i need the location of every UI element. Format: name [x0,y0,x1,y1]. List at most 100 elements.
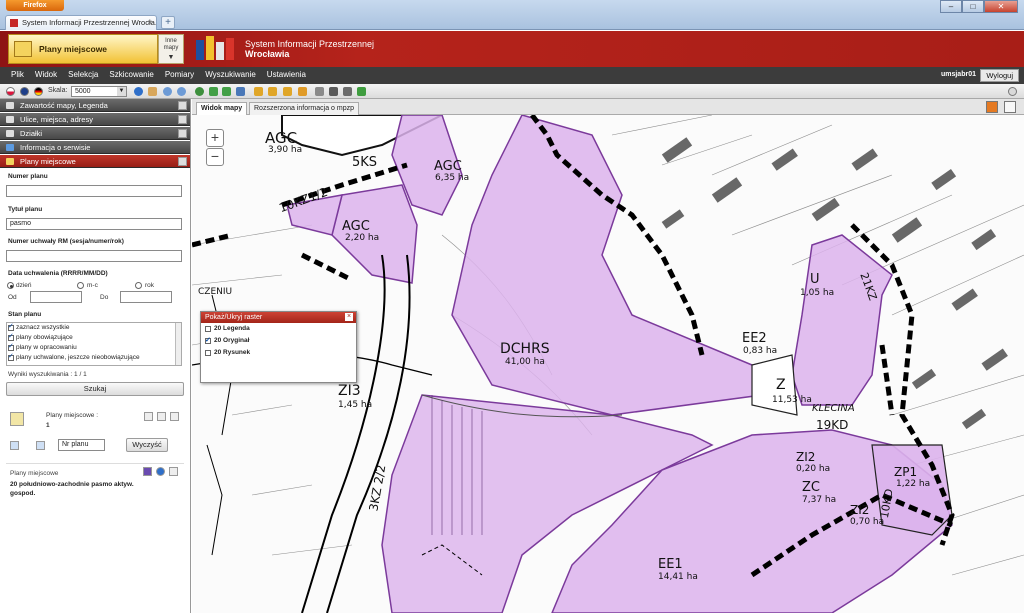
maximize-button[interactable]: □ [962,0,984,13]
new-tab-button[interactable]: + [161,16,175,29]
menu-measure[interactable]: Pomiary [165,70,194,79]
plan-title-field[interactable]: pasmo [6,218,182,230]
expand-icon[interactable] [178,101,187,110]
print-icon[interactable] [157,412,166,421]
map-label: 19KD [816,418,849,432]
menu-sketch[interactable]: Szkicowanie [109,70,153,79]
sidebar-item-map-content[interactable]: Zawartość mapy, Legenda [0,99,190,112]
sidebar-item-local-plans[interactable]: Plany miejscowe [0,155,190,168]
help-icon[interactable] [1008,87,1017,96]
menu-file[interactable]: Plik [11,70,24,79]
checkbox[interactable] [205,335,211,347]
english-flag-icon[interactable] [20,87,29,96]
parcel-icon [6,130,14,137]
map-label: 11,53 ha [772,395,812,405]
zoom-out-icon[interactable] [177,87,186,96]
plan-number-field[interactable] [6,185,182,197]
sidebar: Zawartość mapy, Legenda Ulice, miejsca, … [0,99,191,613]
scale-select[interactable]: 5000 ▼ [71,86,127,97]
tab-map-view[interactable]: Widok mapy [196,102,248,115]
info-icon[interactable] [134,87,143,96]
chevron-down-icon[interactable] [170,412,179,421]
pencil-icon[interactable] [254,87,263,96]
close-icon[interactable]: × [345,313,353,321]
clear-button[interactable]: Wyczyść [126,438,168,452]
checkbox[interactable] [8,342,14,352]
window-controls: – □ ✕ [940,0,1018,13]
expand-icon[interactable] [178,129,187,138]
other-maps-button[interactable]: Inne mapy ▼ [158,34,184,64]
collapse-icon[interactable] [178,157,187,166]
zoom-out-button[interactable]: − [206,148,224,166]
close-window-button[interactable]: ✕ [984,0,1018,13]
city-name: Wrocławia [245,49,290,59]
raster-item[interactable]: 20 Rysunek [201,347,356,359]
menu-search[interactable]: Wyszukiwanie [205,70,256,79]
sort-direction-icon[interactable] [36,441,45,450]
raster-item[interactable]: 20 Legenda [201,323,356,335]
measure-icon[interactable] [268,87,277,96]
list-item[interactable]: zaznacz wszystkie [7,323,181,333]
browser-tab[interactable]: System Informacji Przestrzennej Wrocła..… [5,15,157,30]
sidebar-item-service-info[interactable]: Informacja o serwisie [0,141,190,154]
module-selector[interactable]: Plany miejscowe [8,34,158,64]
polish-flag-icon[interactable] [6,87,15,96]
refresh-icon[interactable] [236,87,245,96]
sort-select[interactable]: Nr planu [58,439,105,451]
date-from-field[interactable] [30,291,82,303]
link-icon[interactable] [343,87,352,96]
tab-extended-info[interactable]: Rozszerzona informacja o mpzp [249,102,359,115]
measure-area-icon[interactable] [283,87,292,96]
checkbox[interactable] [8,332,14,342]
full-extent-icon[interactable] [195,87,204,96]
menu-view[interactable]: Widok [35,70,57,79]
expand-icon[interactable] [178,115,187,124]
raster-icon[interactable] [143,467,152,476]
list-item-label: zaznacz wszystkie [16,324,70,331]
checkbox[interactable] [8,323,14,332]
map-label: ZP1 [894,465,918,479]
close-tab-icon[interactable]: × [147,16,152,30]
checkbox[interactable] [8,352,14,362]
scrollbar[interactable] [175,323,181,365]
crop-icon[interactable] [298,87,307,96]
radio-month[interactable] [77,282,84,289]
print-icon[interactable] [329,87,338,96]
sidebar-item-streets[interactable]: Ulice, miejsca, adresy [0,113,190,126]
list-item[interactable]: plany uchwalone, jeszcze nieobowiązujące [7,352,181,363]
minimize-button[interactable]: – [940,0,962,13]
radio-day[interactable] [7,282,14,289]
result-card[interactable]: Plany miejscowe 20 południowo-zachodnie … [6,463,184,503]
info-icon[interactable] [156,467,165,476]
map-canvas[interactable]: + − AGC 3,90 ha 5KS AGC 6,35 ha AGC 2,20… [192,115,1024,613]
search-button[interactable]: Szukaj [6,382,184,396]
from-label: Od [8,294,17,301]
system-name: System Informacji Przestrzennej [245,39,375,49]
sort-icon[interactable] [10,441,19,450]
pan-hand-icon[interactable] [148,87,157,96]
layer-toggle-icon[interactable] [986,101,998,113]
zoom-in-icon[interactable] [163,87,172,96]
copy-icon[interactable] [315,87,324,96]
back-arrow-icon[interactable] [209,87,218,96]
radio-year[interactable] [135,282,142,289]
list-item[interactable]: plany obowiązujące [7,332,181,343]
popout-icon[interactable] [1004,101,1016,113]
firefox-menu-button[interactable]: Firefox [6,0,64,11]
export-icon[interactable] [357,87,366,96]
checkbox[interactable] [205,350,211,356]
sidebar-item-parcels[interactable]: Działki [0,127,190,140]
resolution-field[interactable] [6,250,182,262]
logout-button[interactable]: Wyloguj [980,69,1019,82]
german-flag-icon[interactable] [34,87,43,96]
chevron-down-icon[interactable] [169,467,178,476]
export-icon[interactable] [144,412,153,421]
list-item[interactable]: plany w opracowaniu [7,342,181,353]
menu-selection[interactable]: Selekcja [68,70,98,79]
checkbox[interactable] [205,326,211,332]
raster-item[interactable]: 20 Oryginał [201,335,356,347]
zoom-in-button[interactable]: + [206,129,224,147]
date-to-field[interactable] [120,291,172,303]
menu-settings[interactable]: Ustawienia [267,70,306,79]
forward-arrow-icon[interactable] [222,87,231,96]
